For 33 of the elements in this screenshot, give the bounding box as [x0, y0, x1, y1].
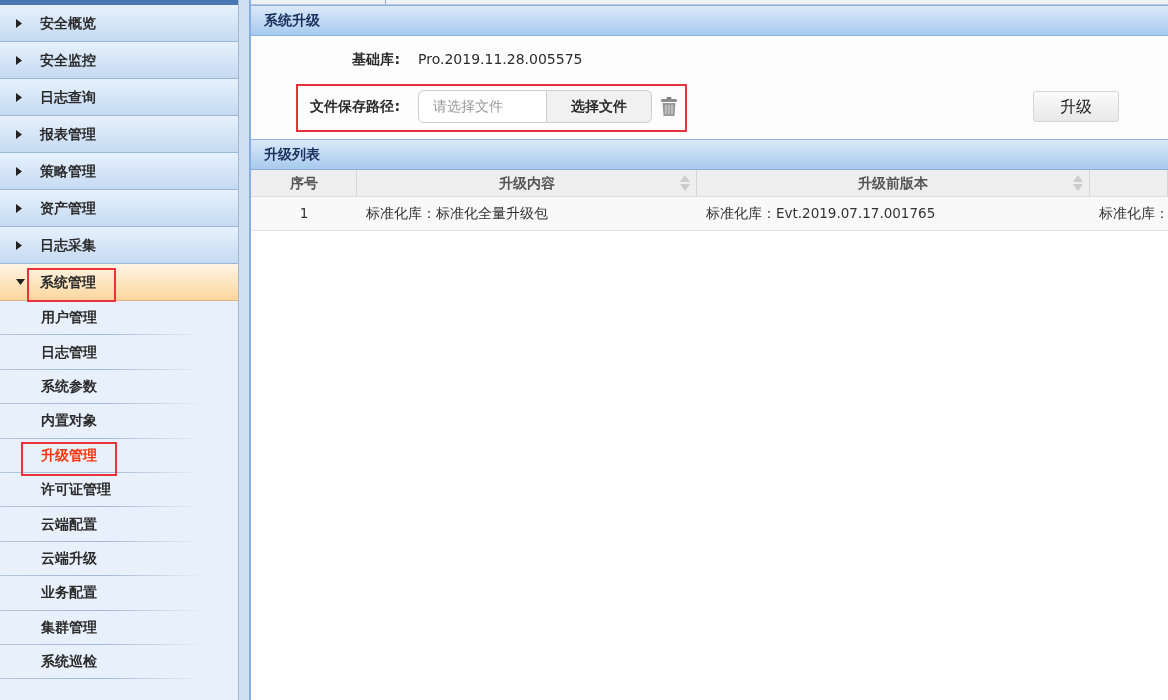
submenu-item[interactable]: 内置对象 — [0, 404, 238, 438]
table-cell-text: 标准化库：Evt.2019.07.17.001765 — [706, 204, 936, 224]
submenu-item[interactable]: 云端配置 — [0, 507, 238, 541]
submenu-item[interactable]: 业务配置 — [0, 576, 238, 610]
table-cell-text: 1 — [299, 204, 309, 224]
sidebar-menu-item[interactable]: 日志采集 — [0, 227, 238, 264]
column-header: 序号 — [289, 173, 318, 193]
sidebar-menu-item[interactable]: 报表管理 — [0, 116, 238, 153]
field-value: Pro.2019.11.28.005575 — [418, 49, 583, 69]
sidebar-menu-item[interactable]: 策略管理 — [0, 153, 238, 190]
submenu-item[interactable]: 系统参数 — [0, 369, 238, 404]
panel-header: 升级列表 — [251, 139, 1168, 170]
column-header[interactable]: 升级内容 — [498, 172, 555, 194]
submenu-item[interactable]: 用户管理 — [0, 301, 238, 335]
column-header[interactable]: 升级前版本 — [858, 172, 928, 194]
panel-header: 系统升级 — [251, 5, 1168, 36]
sidebar-menu-item[interactable]: 安全概览 — [0, 5, 238, 42]
field-label: 文件保存路径: — [309, 97, 400, 116]
sidebar-menu-item[interactable]: 安全监控 — [0, 42, 238, 79]
field-label: 基础库: — [351, 49, 400, 69]
choose-file-button[interactable]: 选择文件 — [547, 90, 652, 123]
submenu-item[interactable]: 集群管理 — [0, 610, 238, 644]
table-cell-text: 标准化库： — [1099, 204, 1168, 224]
upgrade-button[interactable]: 升级 — [1033, 91, 1119, 122]
sidebar-menu-item[interactable]: 系统管理 — [0, 264, 238, 301]
trash-icon[interactable] — [661, 97, 677, 116]
sidebar-menu-item[interactable]: 日志查询 — [0, 79, 238, 116]
submenu-item[interactable]: 许可证管理 — [0, 472, 238, 507]
submenu-item[interactable]: 系统巡检 — [0, 644, 238, 679]
submenu-item[interactable]: 日志管理 — [0, 335, 238, 369]
submenu-item[interactable]: 云端升级 — [0, 541, 238, 576]
table-cell-text: 标准化库：标准化全量升级包 — [366, 204, 548, 224]
sidebar-menu-item[interactable]: 资产管理 — [0, 190, 238, 227]
